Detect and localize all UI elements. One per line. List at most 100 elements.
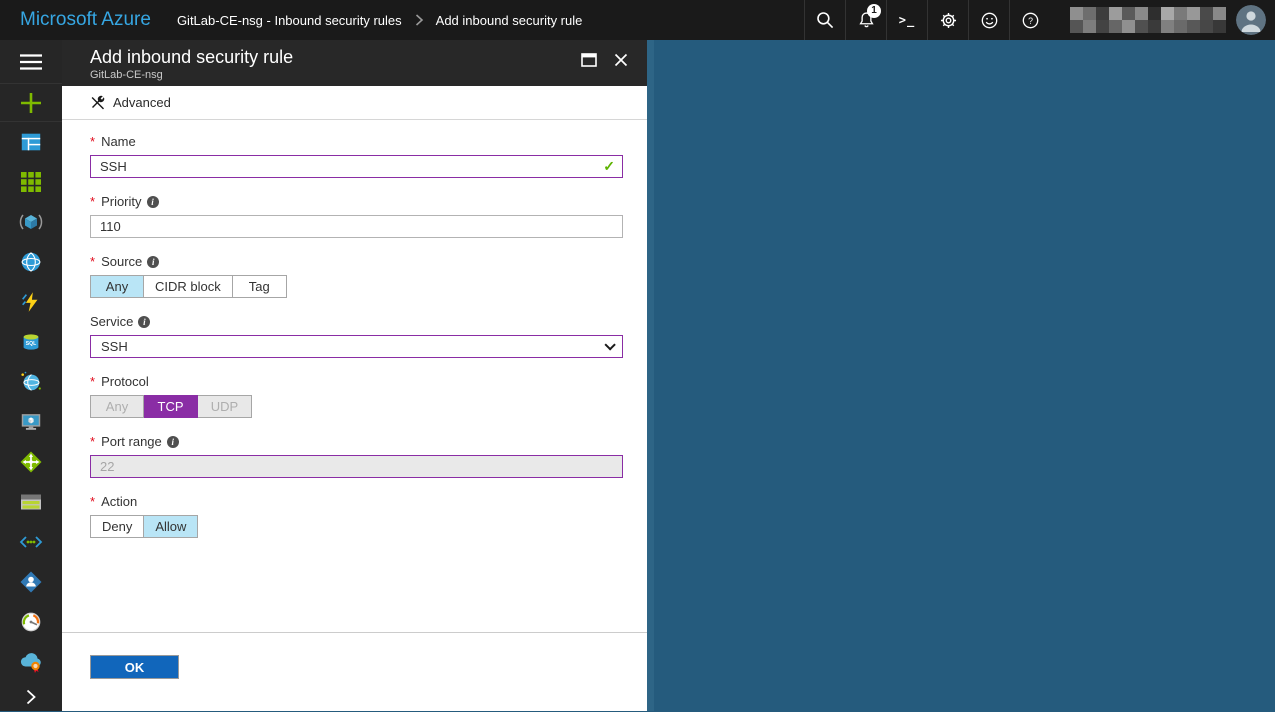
- cube-brackets-icon: [18, 209, 44, 235]
- avatar[interactable]: [1236, 5, 1266, 35]
- feedback-button[interactable]: [968, 0, 1009, 40]
- monitor-gauge-icon: [19, 610, 43, 634]
- sidebar-item-menu[interactable]: [0, 40, 62, 84]
- source-option-cidr-block[interactable]: CIDR block: [144, 275, 233, 298]
- field-port-range: * Port range i: [90, 434, 619, 478]
- topbar-actions: 1 >_ ?: [804, 0, 1275, 40]
- cloud-shell-button[interactable]: >_: [886, 0, 927, 40]
- action-label: * Action: [90, 494, 619, 509]
- sidebar-item-collapse[interactable]: [0, 682, 62, 712]
- action-option-deny[interactable]: Deny: [90, 515, 144, 538]
- topbar: Microsoft Azure GitLab-CE-nsg - Inbound …: [0, 0, 1275, 40]
- blade-toolbar: Advanced: [62, 86, 647, 120]
- field-protocol: * Protocol Any TCP UDP: [90, 374, 619, 418]
- sidebar-item-azure-cosmos-db[interactable]: [0, 362, 62, 402]
- service-select-value: SSH: [101, 339, 128, 354]
- blade-footer: OK: [62, 632, 647, 711]
- action-option-allow[interactable]: Allow: [144, 515, 198, 538]
- sidebar-item-new[interactable]: [0, 84, 62, 122]
- sql-database-icon: SQL: [19, 330, 43, 354]
- notification-badge: 1: [867, 4, 881, 18]
- sidebar-item-resource-groups[interactable]: [0, 202, 62, 242]
- close-icon: [614, 53, 628, 67]
- chevron-right-icon: [414, 13, 424, 27]
- sidebar-item-dashboard[interactable]: [0, 122, 62, 162]
- blade-form: * Name ✓ * Priority i * Source i: [62, 120, 647, 538]
- priority-input[interactable]: [90, 215, 623, 238]
- sidebar-item-app-services[interactable]: [0, 242, 62, 282]
- breadcrumb-current: Add inbound security rule: [436, 13, 583, 28]
- azure-logo[interactable]: Microsoft Azure: [0, 9, 177, 31]
- advisor-icon: [18, 649, 44, 675]
- protocol-toggle-group: Any TCP UDP: [90, 395, 619, 418]
- grid-icon: [20, 171, 42, 193]
- sidebar-item-storage-accounts[interactable]: [0, 482, 62, 522]
- dashboard-icon: [19, 130, 43, 154]
- virtual-machine-icon: [19, 410, 43, 434]
- ok-button[interactable]: OK: [90, 655, 179, 679]
- search-icon: [815, 10, 835, 30]
- name-input[interactable]: [90, 155, 623, 178]
- source-option-any[interactable]: Any: [90, 275, 144, 298]
- notifications-button[interactable]: 1: [845, 0, 886, 40]
- hamburger-icon: [19, 53, 43, 71]
- sidebar-item-advisor[interactable]: [0, 642, 62, 682]
- cosmos-db-icon: [19, 370, 43, 394]
- active-directory-icon: [18, 569, 44, 595]
- close-button[interactable]: [609, 49, 633, 71]
- blade-title: Add inbound security rule: [90, 45, 633, 69]
- blade-subtitle: GitLab-CE-nsg: [90, 69, 633, 82]
- help-icon: ?: [1020, 10, 1041, 31]
- service-select[interactable]: SSH: [90, 335, 623, 358]
- globe-icon: [19, 250, 43, 274]
- breadcrumb-parent[interactable]: GitLab-CE-nsg - Inbound security rules: [177, 13, 402, 28]
- source-label: * Source i: [90, 254, 619, 269]
- sidebar-item-azure-active-directory[interactable]: [0, 562, 62, 602]
- protocol-option-udp: UDP: [198, 395, 252, 418]
- source-toggle-group: Any CIDR block Tag: [90, 275, 619, 298]
- protocol-option-any: Any: [90, 395, 144, 418]
- maximize-button[interactable]: [577, 49, 601, 71]
- sidebar-item-virtual-networks[interactable]: [0, 522, 62, 562]
- maximize-icon: [581, 53, 597, 67]
- action-toggle-group: Deny Allow: [90, 515, 619, 538]
- sidebar-item-load-balancers[interactable]: [0, 442, 62, 482]
- priority-label: * Priority i: [90, 194, 619, 209]
- protocol-option-tcp: TCP: [144, 395, 198, 418]
- cloud-shell-icon: >_: [899, 13, 915, 27]
- field-service: Service i SSH: [90, 314, 619, 358]
- source-option-tag[interactable]: Tag: [233, 275, 287, 298]
- sidebar-item-function-apps[interactable]: [0, 282, 62, 322]
- sidebar-item-all-resources[interactable]: [0, 162, 62, 202]
- field-source: * Source i Any CIDR block Tag: [90, 254, 619, 298]
- info-icon[interactable]: i: [147, 196, 159, 208]
- service-label: Service i: [90, 314, 619, 329]
- chevron-down-icon: [604, 339, 615, 350]
- info-icon[interactable]: i: [147, 256, 159, 268]
- add-inbound-rule-blade: Add inbound security rule GitLab-CE-nsg …: [62, 40, 647, 711]
- sidebar-item-sql-databases[interactable]: SQL: [0, 322, 62, 362]
- blade-header: Add inbound security rule GitLab-CE-nsg: [62, 40, 647, 86]
- valid-check-icon: ✓: [603, 158, 615, 175]
- svg-text:?: ?: [1028, 16, 1033, 26]
- field-name: * Name ✓: [90, 134, 619, 178]
- smiley-icon: [979, 10, 1000, 31]
- advanced-label: Advanced: [113, 95, 171, 110]
- settings-button[interactable]: [927, 0, 968, 40]
- advanced-button[interactable]: Advanced: [90, 95, 171, 111]
- user-area: [1050, 0, 1275, 40]
- help-button[interactable]: ?: [1009, 0, 1050, 40]
- info-icon[interactable]: i: [138, 316, 150, 328]
- sidebar-item-virtual-machines[interactable]: [0, 402, 62, 442]
- canvas-edge-strip: [647, 40, 654, 711]
- storage-icon: [18, 489, 44, 515]
- sidebar-item-monitor[interactable]: [0, 602, 62, 642]
- search-button[interactable]: [804, 0, 845, 40]
- chevron-right-icon: [24, 688, 38, 706]
- info-icon[interactable]: i: [167, 436, 179, 448]
- portal-canvas: [647, 40, 1275, 711]
- name-label: * Name: [90, 134, 619, 149]
- field-action: * Action Deny Allow: [90, 494, 619, 538]
- blade-window-controls: [577, 49, 633, 71]
- required-marker: *: [90, 134, 95, 149]
